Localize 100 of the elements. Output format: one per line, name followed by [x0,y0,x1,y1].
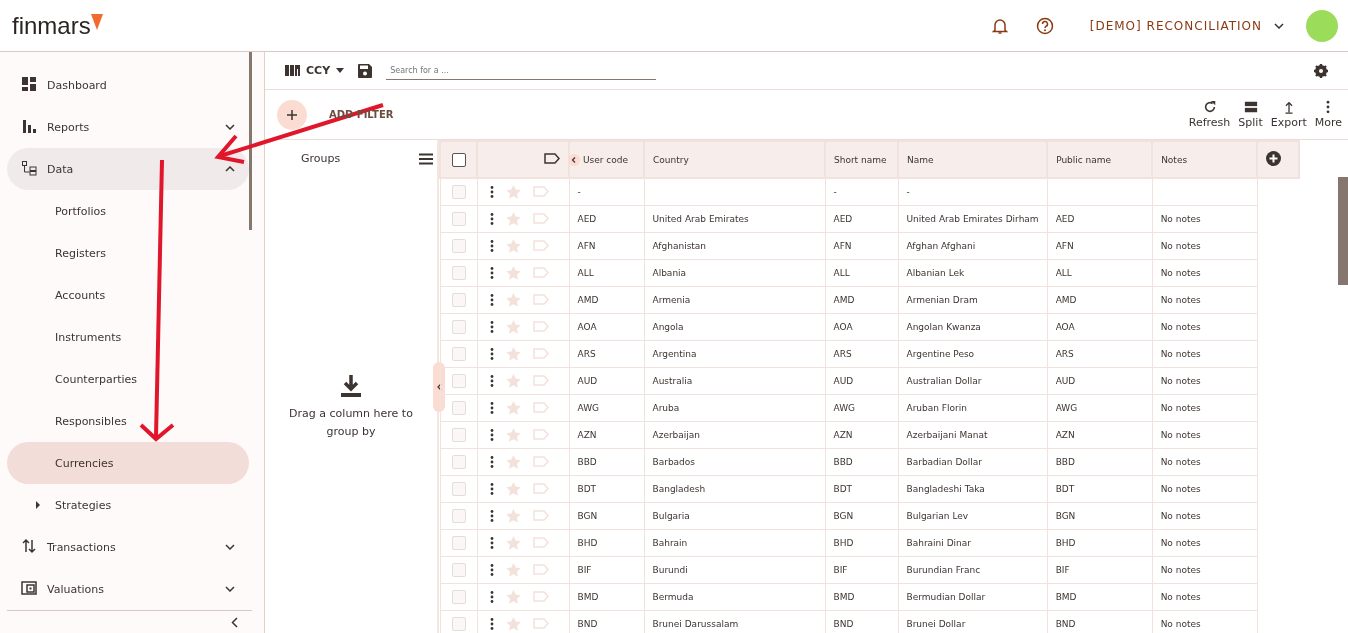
layout-selector[interactable]: CCY [285,64,345,77]
save-icon[interactable] [358,63,373,78]
kebab-icon[interactable] [489,239,494,252]
star-icon[interactable] [505,481,521,496]
refresh-button[interactable]: Refresh [1188,100,1231,129]
add-filter-button[interactable] [277,99,307,130]
column-header[interactable]: Country [644,141,825,178]
row-checkbox[interactable] [451,238,466,253]
workspace-selector[interactable]: [DEMO] RECONCILIATION [1089,18,1284,33]
star-icon[interactable] [505,616,521,631]
kebab-icon[interactable] [489,590,494,603]
star-icon[interactable] [505,535,521,550]
star-icon[interactable] [505,562,521,577]
kebab-icon[interactable] [489,455,494,468]
select-all-checkbox[interactable] [451,152,466,167]
sidebar-item[interactable]: Data [7,148,249,190]
row-checkbox[interactable] [451,319,466,334]
star-icon[interactable] [505,265,521,280]
star-icon[interactable] [505,454,521,469]
row-checkbox[interactable] [451,535,466,550]
kebab-icon[interactable] [489,266,494,279]
star-icon[interactable] [505,346,521,361]
scrollbar[interactable] [249,52,252,230]
sidebar-item[interactable]: Counterparties [7,358,249,400]
kebab-icon[interactable] [489,185,494,198]
table-cell: AOA [833,321,853,332]
column-header[interactable]: Name [898,141,1048,178]
sidebar-item[interactable]: Currencies [7,442,249,484]
sidebar-item[interactable]: Registers [7,232,249,274]
kebab-icon[interactable] [489,212,494,225]
row-checkbox[interactable] [451,454,466,469]
kebab-icon[interactable] [489,347,494,360]
help-icon[interactable] [1035,16,1054,35]
sidebar-item[interactable]: Reports [7,106,249,148]
kebab-icon[interactable] [489,293,494,306]
star-icon[interactable] [505,211,521,226]
collapse-icon[interactable] [231,616,238,628]
add-column-icon[interactable] [1266,151,1282,166]
row-checkbox[interactable] [451,265,466,280]
table-cell: BBD [577,456,597,467]
row-checkbox[interactable] [451,292,466,307]
table-cell: AOA [577,321,597,332]
kebab-icon[interactable] [489,428,494,441]
row-checkbox[interactable] [451,400,466,415]
row-checkbox[interactable] [451,184,466,199]
export-button[interactable]: Export [1270,100,1307,129]
star-icon[interactable] [505,292,521,307]
column-header[interactable]: Short name [825,141,898,178]
sidebar-item[interactable]: Responsibles [7,400,249,442]
tag-icon[interactable] [544,153,560,164]
table-cell: ALL [1055,267,1072,278]
star-icon[interactable] [505,184,521,199]
split-button[interactable]: Split [1238,100,1263,129]
row-checkbox[interactable] [451,346,466,361]
kebab-icon[interactable] [489,401,494,414]
sidebar-item[interactable]: Accounts [7,274,249,316]
star-icon[interactable] [505,427,521,442]
column-header[interactable]: Notes [1152,141,1258,178]
star-icon[interactable] [505,238,521,253]
star-icon[interactable] [505,373,521,388]
kebab-icon[interactable] [489,374,494,387]
kebab-icon[interactable] [489,320,494,333]
row-checkbox[interactable] [451,562,466,577]
star-icon[interactable] [505,589,521,604]
row-checkbox[interactable] [451,481,466,496]
sidebar-item[interactable]: Portfolios [7,190,249,232]
row-checkbox[interactable] [451,427,466,442]
menu-icon[interactable] [419,152,433,165]
star-icon[interactable] [505,508,521,523]
bell-icon[interactable] [991,16,1008,35]
column-header[interactable]: User code [569,141,644,178]
avatar[interactable] [1306,9,1338,42]
sidebar-item[interactable]: Strategies [7,484,249,526]
kebab-icon[interactable] [489,509,494,522]
star-icon[interactable] [505,319,521,334]
row-checkbox[interactable] [451,508,466,523]
scrollbar[interactable] [1338,177,1348,285]
kebab-icon[interactable] [489,536,494,549]
settings-icon[interactable] [1314,63,1328,78]
sidebar-item[interactable]: Instruments [7,316,249,358]
more-button[interactable]: More [1314,100,1342,129]
star-icon[interactable] [505,400,521,415]
sidebar-item[interactable]: Valuations [7,568,249,610]
kebab-icon[interactable] [489,617,494,630]
kebab-icon[interactable] [489,563,494,576]
table-cell: Barbadian Dollar [906,456,983,467]
sidebar-item[interactable]: Transactions [7,526,249,568]
row-checkbox[interactable] [451,211,466,226]
row-checkbox[interactable] [451,616,466,631]
kebab-icon[interactable] [489,482,494,495]
table-cell: BDT [577,483,597,494]
row-checkbox[interactable] [451,589,466,604]
table-cell: Armenian Dram [906,294,978,305]
sidebar-item[interactable]: Dashboard [7,64,249,106]
groups-title: Groups [301,152,341,165]
collapse-panel-button[interactable] [433,362,445,412]
table-cell: No notes [1160,348,1201,359]
row-checkbox[interactable] [451,373,466,388]
table-cell: Bulgarian Lev [906,510,969,521]
column-header[interactable]: Public name [1047,141,1153,178]
